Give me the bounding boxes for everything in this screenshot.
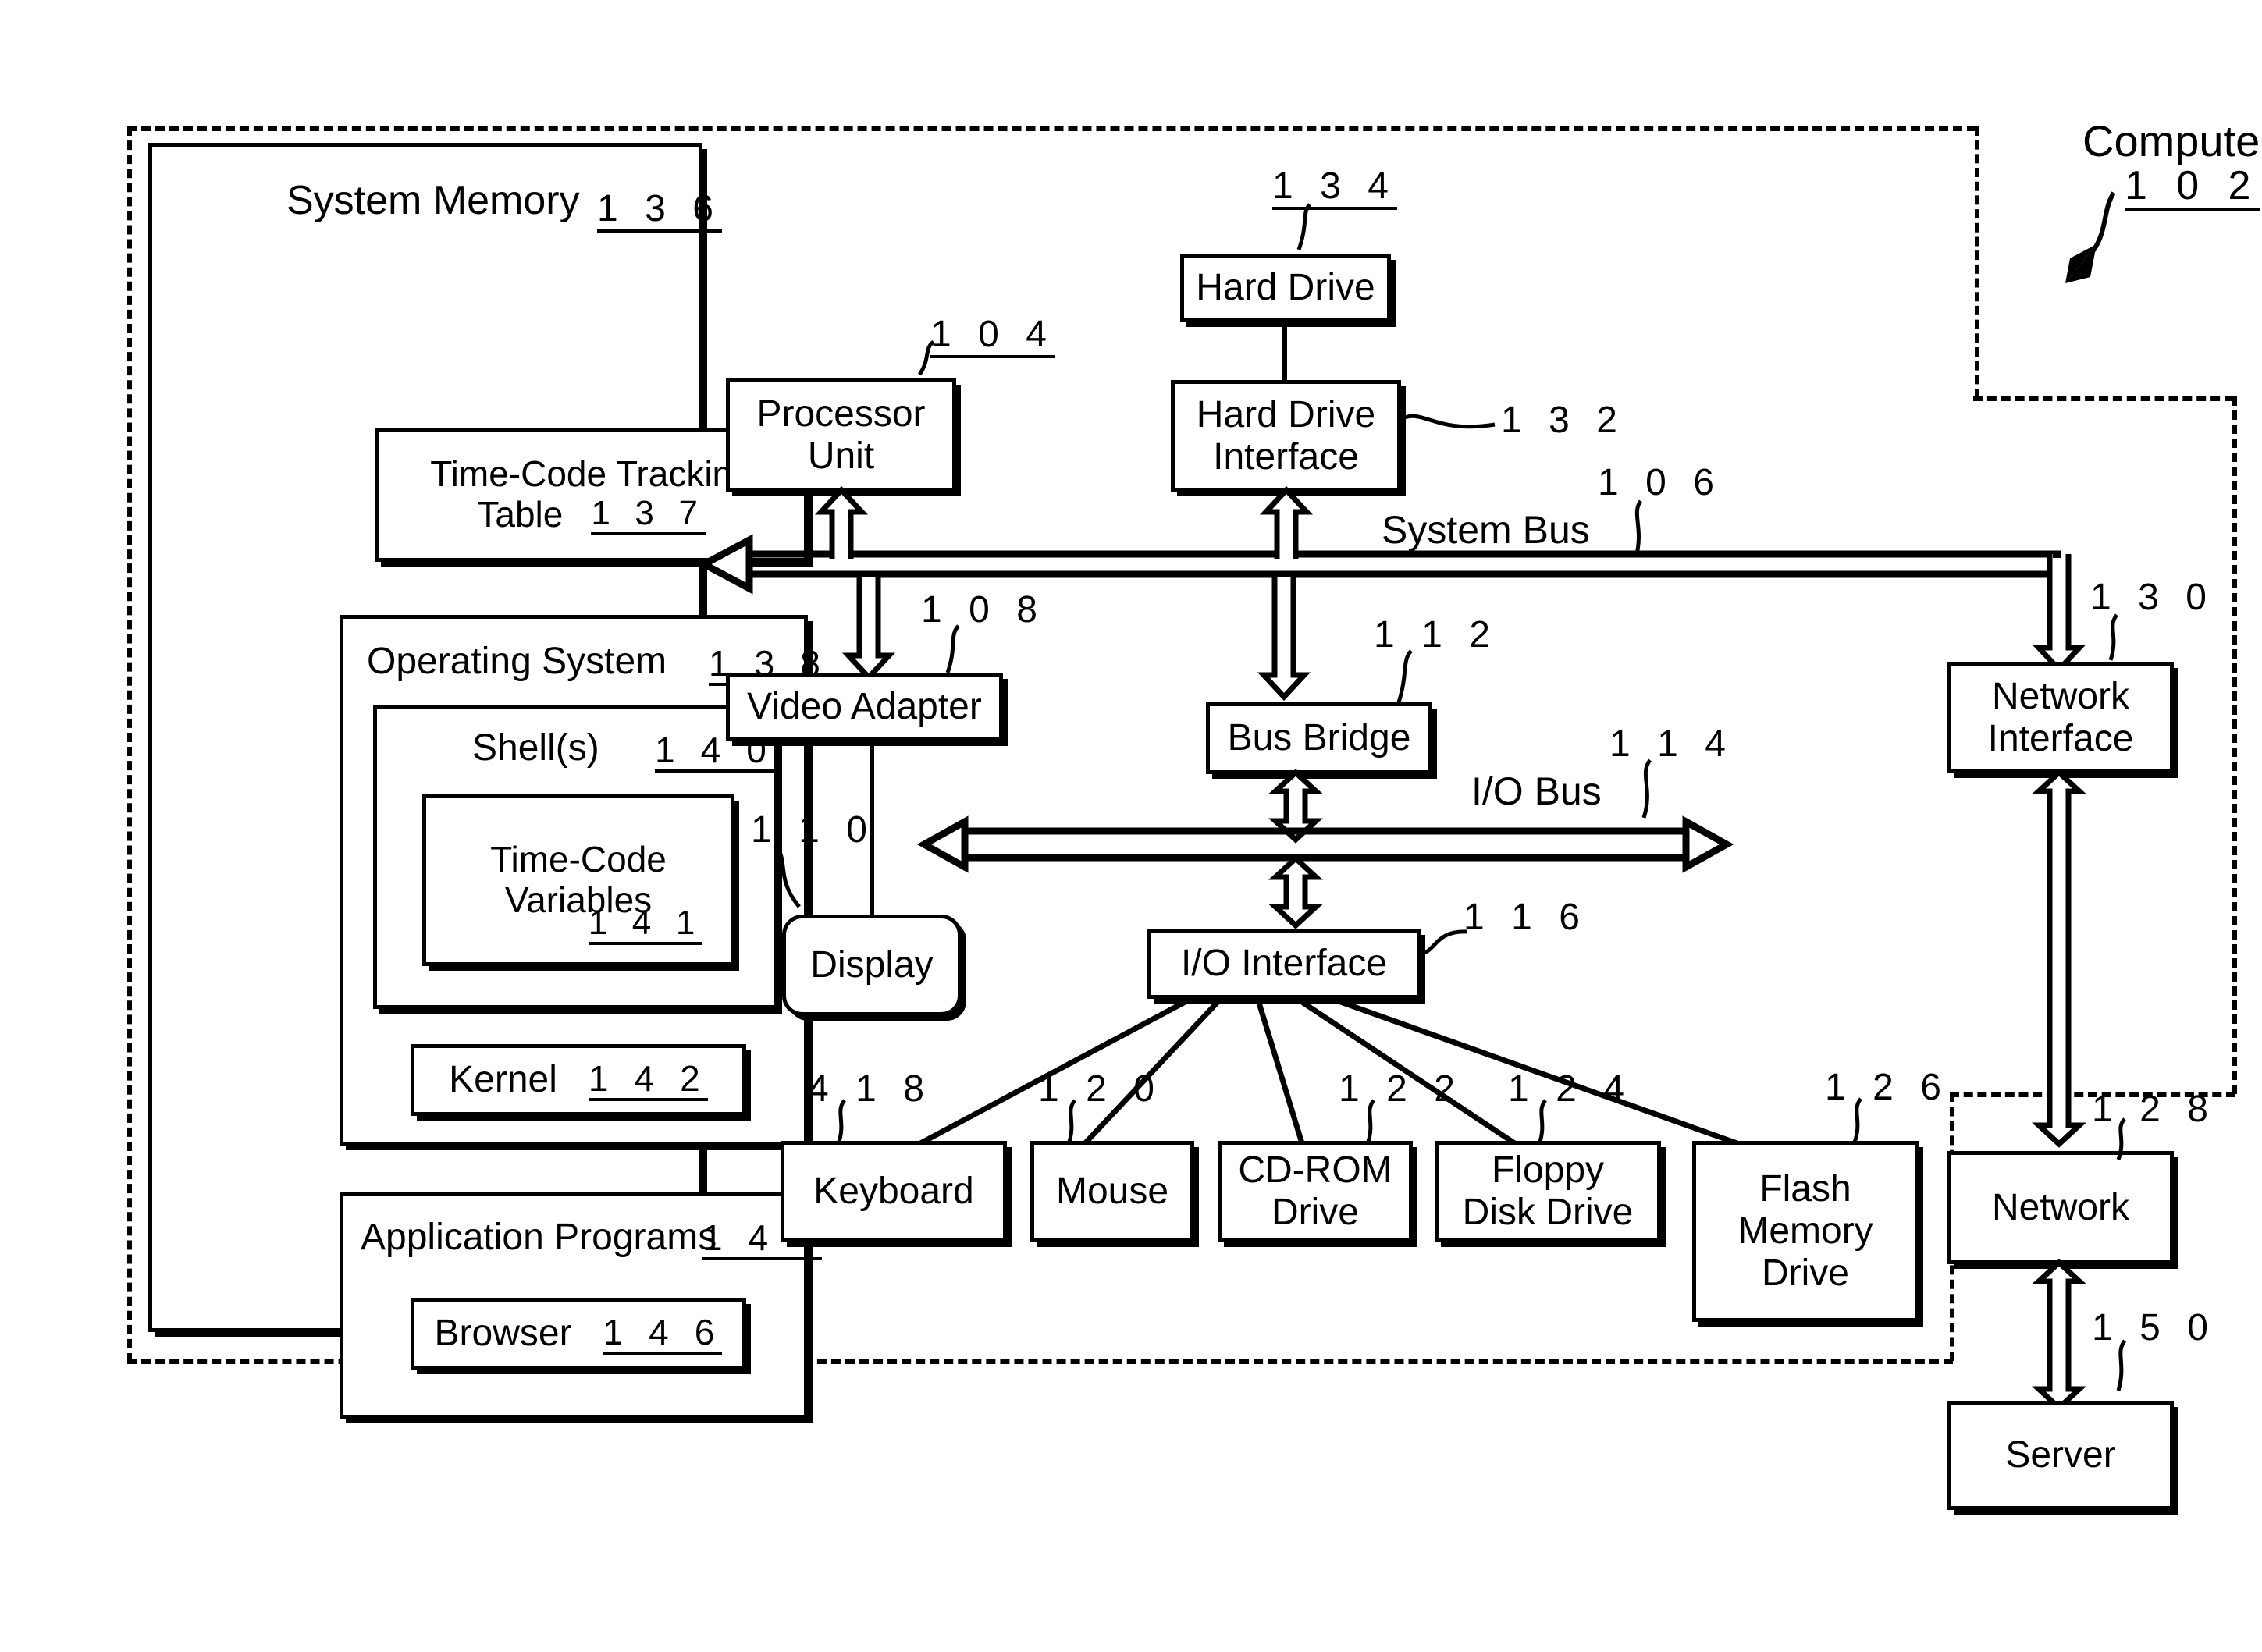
server-leader — [2107, 1339, 2142, 1394]
floppy-disk-drive-leader — [1528, 1099, 1563, 1147]
mouse-leader — [1058, 1099, 1092, 1147]
network-block: Network — [1947, 1151, 2174, 1264]
server-block: Server — [1947, 1401, 2174, 1510]
network-title: Network — [1991, 1186, 2130, 1228]
floppy-disk-drive-block: Floppy Disk Drive — [1435, 1141, 1661, 1242]
server-title: Server — [2005, 1434, 2116, 1476]
floppy-disk-drive-line1: Floppy — [1491, 1149, 1605, 1192]
cd-rom-drive-line1: CD-ROM — [1238, 1149, 1392, 1192]
flash-memory-drive-line3: Drive — [1761, 1252, 1849, 1294]
mouse-title: Mouse — [1055, 1171, 1169, 1213]
floppy-disk-drive-line2: Disk Drive — [1462, 1192, 1634, 1233]
network-interface-leader — [2100, 613, 2134, 663]
patent-figure-canvas: Computer 1 0 2 System Memory 1 3 6 Time-… — [0, 0, 2262, 1652]
flash-memory-drive-leader — [1844, 1097, 1878, 1146]
network-interface-ref: 1 3 0 — [2090, 577, 2215, 618]
keyboard-leader — [827, 1099, 862, 1147]
keyboard-ref: 4 1 8 — [808, 1068, 933, 1110]
mouse-block: Mouse — [1030, 1141, 1194, 1242]
cd-rom-drive-block: CD-ROM Drive — [1218, 1141, 1413, 1242]
flash-memory-drive-line1: Flash — [1759, 1168, 1851, 1210]
network-to-server-arrow — [2032, 1259, 2086, 1412]
network-interface-line1: Network — [1991, 675, 2130, 717]
flash-memory-drive-block: Flash Memory Drive — [1692, 1141, 1919, 1322]
mouse-ref: 1 2 0 — [1038, 1068, 1163, 1110]
keyboard-title: Keyboard — [813, 1171, 974, 1213]
cd-rom-drive-leader — [1357, 1099, 1391, 1147]
io-interface-fanout-lines — [0, 0, 2262, 1652]
keyboard-block: Keyboard — [781, 1141, 1007, 1242]
flash-memory-drive-line2: Memory — [1737, 1210, 1873, 1252]
floppy-disk-drive-ref: 1 2 4 — [1508, 1068, 1633, 1110]
network-interface-to-network-arrow — [2032, 769, 2086, 1148]
network-interface-block: Network Interface — [1947, 662, 2174, 773]
network-leader — [2107, 1117, 2142, 1163]
cd-rom-drive-line2: Drive — [1271, 1192, 1359, 1233]
network-interface-line2: Interface — [1987, 717, 2134, 759]
